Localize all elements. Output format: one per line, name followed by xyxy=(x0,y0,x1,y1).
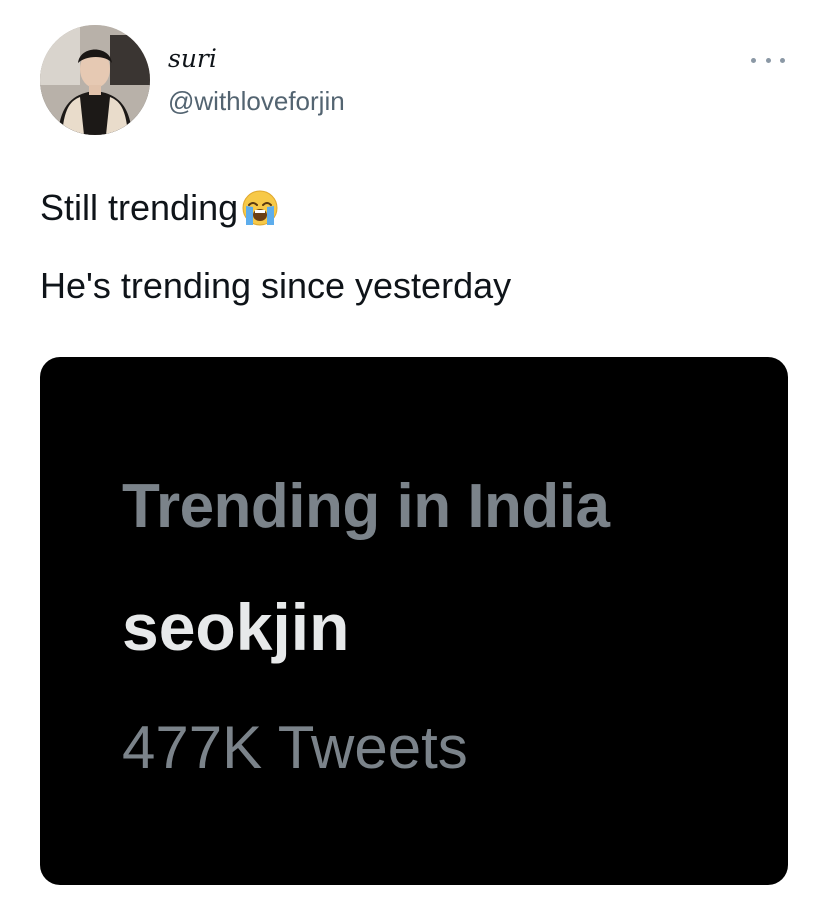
trending-heading: Trending in India xyxy=(122,472,610,541)
more-dot xyxy=(751,57,756,63)
avatar-photo xyxy=(40,25,150,135)
more-dot xyxy=(780,57,785,63)
tweet-count: 477K Tweets xyxy=(122,714,468,781)
more-dot xyxy=(765,57,771,63)
username-handle[interactable]: @withloveforjin xyxy=(168,86,345,117)
tweet-text: Still trending xyxy=(40,187,239,228)
media-image[interactable]: Trending in India seokjin 477K Tweets xyxy=(40,357,788,885)
avatar[interactable] xyxy=(40,25,150,135)
tweet-text-line-2: He's trending since yesterday xyxy=(40,265,512,306)
tweet-text-line-1: Still trending xyxy=(40,186,780,230)
more-horizontal-icon[interactable] xyxy=(751,50,785,70)
display-name[interactable]: suri xyxy=(168,44,217,73)
loudly-crying-face-icon xyxy=(242,190,278,226)
trending-topic: seokjin xyxy=(122,590,350,664)
